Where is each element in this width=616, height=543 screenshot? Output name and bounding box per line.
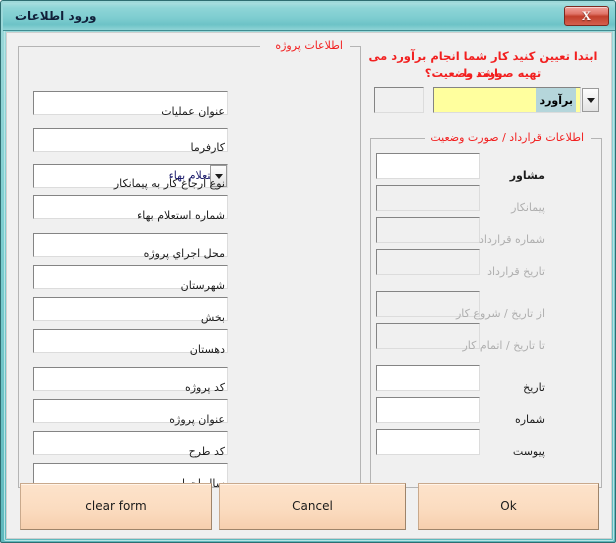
- project-code-label: کد پروژه: [184, 381, 225, 394]
- mode-select-value: برآورد: [536, 88, 576, 112]
- close-button[interactable]: X: [564, 6, 609, 26]
- rural-district-label: دهستان: [189, 343, 225, 356]
- attachment-label: پیوست: [512, 445, 545, 458]
- consultant-label: مشاور: [509, 169, 545, 182]
- district-label: بخش: [200, 311, 225, 324]
- end-date-label: تا تاریخ / اتمام کار: [462, 339, 545, 352]
- close-icon: X: [581, 8, 592, 23]
- mode-select-chevron-down-icon[interactable]: [582, 88, 599, 112]
- operation-title-label: عنوان عملیات: [161, 105, 225, 118]
- start-date-label: از تاریخ / شروع کار: [455, 307, 545, 320]
- title-bar: ورود اطلاعات X: [3, 3, 615, 31]
- mode-select-combo[interactable]: برآورد: [433, 87, 581, 113]
- plan-code-label: کد طرح: [188, 445, 225, 458]
- dialog-window: ورود اطلاعات X اطلاعات پروژه عنوان عملیا…: [0, 0, 616, 543]
- project-location-label: محل اجراي پروژه: [143, 247, 225, 260]
- dialog-client-area: اطلاعات پروژه عنوان عملیات کارفرما استعل…: [6, 32, 612, 539]
- mode-code-input[interactable]: [374, 87, 424, 113]
- work-referral-type-label: نوع ارجاع کار به پیمانکار: [113, 177, 225, 190]
- price-inquiry-number-label: شماره استعلام بهاء: [137, 209, 225, 222]
- dialog-button-bar: clear form Cancel Ok: [6, 480, 612, 536]
- cancel-button[interactable]: Cancel: [219, 483, 406, 530]
- mode-prompt-line2: تهیه صورت وضعیت؟: [424, 66, 542, 80]
- project-title-label: عنوان پروژه: [169, 413, 225, 426]
- county-label: شهرستان: [180, 279, 225, 292]
- clear-form-button[interactable]: clear form: [20, 483, 212, 530]
- project-info-legend: اطلاعات پروژه: [270, 39, 348, 52]
- date-label: تاریخ: [523, 381, 545, 394]
- contractor-label: پیمانکار: [511, 201, 545, 214]
- ok-button[interactable]: Ok: [418, 483, 599, 530]
- contract-info-legend: اطلاعات قرارداد / صورت وضعیت: [425, 131, 589, 144]
- contract-date-label: تاریخ قرارداد: [487, 265, 545, 278]
- window-title: ورود اطلاعات: [15, 9, 97, 23]
- employer-label: کارفرما: [190, 141, 225, 154]
- contract-number-label: شماره قرارداد: [478, 233, 545, 246]
- number-label: شماره: [514, 413, 545, 426]
